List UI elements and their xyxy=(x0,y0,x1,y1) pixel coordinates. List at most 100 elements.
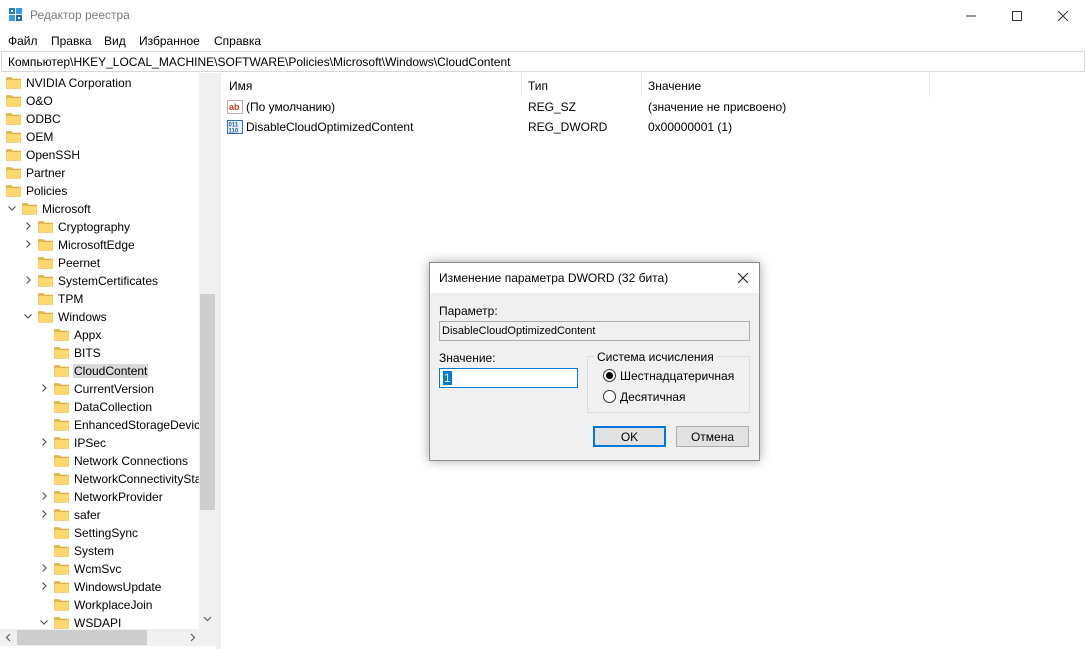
radio-decimal-dot[interactable] xyxy=(603,390,616,403)
close-window-button[interactable] xyxy=(1040,0,1086,31)
table-row[interactable]: ab (По умолчанию) REG_SZ (значение не пр… xyxy=(221,97,1086,117)
chevron-right-icon[interactable] xyxy=(39,563,49,573)
tree-node-label[interactable]: Windows xyxy=(58,310,107,324)
tree-node[interactable]: Partner xyxy=(0,164,199,182)
tree-node-label[interactable]: SettingSync xyxy=(74,526,138,540)
tree-node[interactable]: safer xyxy=(0,506,199,524)
tree-node[interactable]: SettingSync xyxy=(0,524,199,542)
tree-node-label[interactable]: OEM xyxy=(26,130,53,144)
column-header-name[interactable]: Имя xyxy=(229,79,252,93)
tree-node-label[interactable]: CurrentVersion xyxy=(74,382,154,396)
tree-node[interactable]: Network Connections xyxy=(0,452,199,470)
tree-node[interactable]: SystemCertificates xyxy=(0,272,199,290)
tree-node-label[interactable]: Cryptography xyxy=(58,220,130,234)
key-tree[interactable]: NVIDIA Corporation O&O ODBC OEM OpenSSH Partn… xyxy=(0,73,199,629)
tree-vertical-scroll-thumb[interactable] xyxy=(200,294,215,510)
chevron-right-icon[interactable] xyxy=(39,383,49,393)
value-data-input[interactable]: 1 xyxy=(439,368,578,388)
tree-node-label[interactable]: NVIDIA Corporation xyxy=(26,76,131,90)
tree-node-label[interactable]: BITS xyxy=(74,346,101,360)
menu-favorites[interactable]: Избранное xyxy=(139,34,200,48)
scroll-left-arrow-icon[interactable] xyxy=(4,633,13,642)
tree-node[interactable]: Appx xyxy=(0,326,199,344)
tree-vertical-scrollbar[interactable] xyxy=(199,73,216,629)
tree-node[interactable]: NetworkConnectivityStatusIndicator xyxy=(0,470,199,488)
tree-node[interactable]: IPSec xyxy=(0,434,199,452)
menu-edit[interactable]: Правка xyxy=(51,34,92,48)
cancel-button[interactable]: Отмена xyxy=(676,426,749,447)
tree-node-label[interactable]: Microsoft xyxy=(42,202,91,216)
tree-node-label[interactable]: NetworkProvider xyxy=(74,490,163,504)
tree-node[interactable]: EnhancedStorageDevices xyxy=(0,416,199,434)
radio-hexadecimal-label[interactable]: Шестнадцатеричная xyxy=(620,369,734,383)
radio-decimal[interactable]: Десятичная xyxy=(603,389,743,405)
tree-node-label[interactable]: ODBC xyxy=(26,112,61,126)
chevron-down-icon[interactable] xyxy=(7,203,17,213)
tree-node-label[interactable]: WindowsUpdate xyxy=(74,580,161,594)
tree-node[interactable]: OpenSSH xyxy=(0,146,199,164)
tree-horizontal-scroll-thumb[interactable] xyxy=(17,630,147,645)
tree-node-label[interactable]: MicrosoftEdge xyxy=(58,238,135,252)
chevron-right-icon[interactable] xyxy=(39,581,49,591)
tree-node[interactable]: WSDAPI xyxy=(0,614,199,629)
chevron-right-icon[interactable] xyxy=(23,221,33,231)
tree-node[interactable]: CloudContent xyxy=(0,362,199,380)
tree-node-label[interactable]: Partner xyxy=(26,166,65,180)
tree-node[interactable]: TPM xyxy=(0,290,199,308)
chevron-down-icon[interactable] xyxy=(23,311,33,321)
tree-node-label[interactable]: EnhancedStorageDevices xyxy=(74,418,199,432)
column-separator[interactable] xyxy=(521,73,522,97)
tree-node[interactable]: Cryptography xyxy=(0,218,199,236)
tree-node[interactable]: NetworkProvider xyxy=(0,488,199,506)
tree-node[interactable]: Windows xyxy=(0,308,199,326)
dialog-close-button[interactable] xyxy=(733,269,753,287)
column-header-value[interactable]: Значение xyxy=(648,79,701,93)
tree-node-label[interactable]: DataCollection xyxy=(74,400,152,414)
ok-button[interactable]: OK xyxy=(593,426,666,447)
scroll-right-arrow-icon[interactable] xyxy=(188,633,197,642)
tree-node-label[interactable]: System xyxy=(74,544,114,558)
tree-node-label[interactable]: CloudContent xyxy=(73,364,149,378)
chevron-right-icon[interactable] xyxy=(23,239,33,249)
chevron-right-icon[interactable] xyxy=(39,437,49,447)
radio-decimal-label[interactable]: Десятичная xyxy=(620,390,686,404)
tree-node[interactable]: WcmSvc xyxy=(0,560,199,578)
column-header-type[interactable]: Тип xyxy=(528,79,548,93)
tree-node-label[interactable]: Policies xyxy=(26,184,67,198)
tree-node-label[interactable]: TPM xyxy=(58,292,83,306)
column-separator[interactable] xyxy=(929,73,930,97)
scroll-down-arrow-icon[interactable] xyxy=(203,614,212,623)
chevron-down-icon[interactable] xyxy=(39,617,49,627)
tree-horizontal-scrollbar[interactable] xyxy=(0,629,216,646)
tree-node[interactable]: MicrosoftEdge xyxy=(0,236,199,254)
tree-node[interactable]: CurrentVersion xyxy=(0,380,199,398)
menu-view[interactable]: Вид xyxy=(104,34,126,48)
tree-node[interactable]: WindowsUpdate xyxy=(0,578,199,596)
tree-node-label[interactable]: WSDAPI xyxy=(74,616,121,629)
chevron-right-icon[interactable] xyxy=(39,509,49,519)
tree-node[interactable]: Peernet xyxy=(0,254,199,272)
tree-node[interactable]: ODBC xyxy=(0,110,199,128)
tree-node[interactable]: NVIDIA Corporation xyxy=(0,74,199,92)
tree-node-label[interactable]: Peernet xyxy=(58,256,100,270)
radio-hexadecimal[interactable]: Шестнадцатеричная xyxy=(603,368,743,384)
table-row[interactable]: 011 110 DisableCloudOptimizedContent REG… xyxy=(221,117,1086,137)
radio-hexadecimal-dot[interactable] xyxy=(603,369,616,382)
minimize-button[interactable] xyxy=(948,0,994,31)
tree-node[interactable]: DataCollection xyxy=(0,398,199,416)
tree-node-label[interactable]: IPSec xyxy=(74,436,106,450)
tree-node[interactable]: O&O xyxy=(0,92,199,110)
chevron-right-icon[interactable] xyxy=(39,491,49,501)
tree-node[interactable]: Microsoft xyxy=(0,200,199,218)
tree-node-label[interactable]: WorkplaceJoin xyxy=(74,598,152,612)
column-separator[interactable] xyxy=(641,73,642,97)
tree-node[interactable]: WorkplaceJoin xyxy=(0,596,199,614)
tree-node-label[interactable]: Network Connections xyxy=(74,454,188,468)
tree-node-label[interactable]: safer xyxy=(74,508,101,522)
tree-node-label[interactable]: OpenSSH xyxy=(26,148,80,162)
maximize-button[interactable] xyxy=(994,0,1040,31)
address-path[interactable]: Компьютер\HKEY_LOCAL_MACHINE\SOFTWARE\Po… xyxy=(8,55,510,69)
tree-node[interactable]: BITS xyxy=(0,344,199,362)
tree-node-label[interactable]: Appx xyxy=(74,328,101,342)
tree-node-label[interactable]: O&O xyxy=(26,94,53,108)
